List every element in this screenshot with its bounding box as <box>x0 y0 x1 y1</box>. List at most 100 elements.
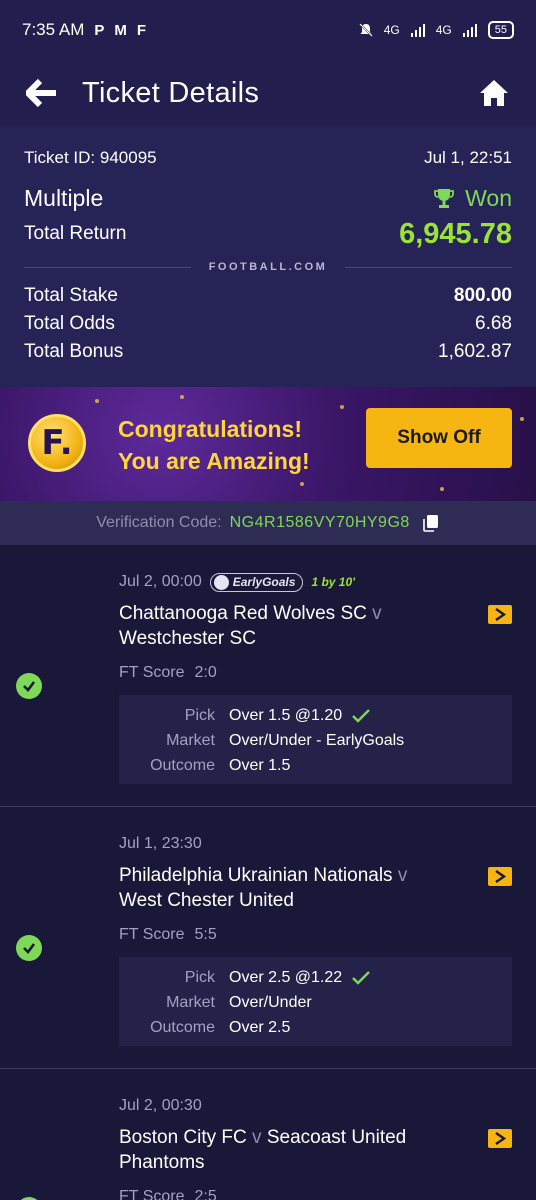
mute-icon <box>359 23 373 37</box>
total-odds-value: 6.68 <box>475 313 512 334</box>
network-label-1: 4G <box>383 23 400 37</box>
play-icon <box>495 608 507 621</box>
ft-score-value: 5:5 <box>194 926 217 943</box>
bet-item[interactable]: Jul 1, 23:30 Philadelphia Ukrainian Nati… <box>0 807 536 1069</box>
ft-score-value: 2:5 <box>194 1188 217 1200</box>
total-bonus-label: Total Bonus <box>24 341 124 362</box>
back-button[interactable] <box>24 75 60 111</box>
check-icon <box>352 970 371 985</box>
banner-line-1: Congratulations! <box>118 416 302 442</box>
copy-icon[interactable] <box>422 514 440 532</box>
status-badge: Won <box>433 185 512 212</box>
versus-label: v <box>252 1127 262 1148</box>
status-bar: 7:35 AM P M F 4G 4G 55 <box>0 0 536 60</box>
home-team: Chattanooga Red Wolves SC <box>119 603 367 624</box>
brand-divider: FOOTBALL.COM <box>24 252 512 282</box>
brand-logo-icon: F. <box>28 414 86 472</box>
pick-details: Pick Over 2.5 @1.22 Market Over/Under Ou… <box>119 957 512 1046</box>
away-team: Westchester SC <box>119 628 256 649</box>
ft-score-label: FT Score <box>119 664 185 681</box>
ft-score-label: FT Score <box>119 926 185 943</box>
ticket-date: Jul 1, 22:51 <box>424 148 512 167</box>
verification-bar: Verification Code: NG4R1586VY70HY9G8 <box>0 501 536 545</box>
status-text: Won <box>465 184 512 211</box>
signal-icon <box>462 24 477 37</box>
gmail-icon: M <box>114 21 127 39</box>
banner-line-2: You are Amazing! <box>118 448 310 474</box>
stream-button[interactable] <box>488 867 512 886</box>
p-icon: P <box>94 21 105 39</box>
home-team: Philadelphia Ukrainian Nationals <box>119 865 393 886</box>
total-odds-row: Total Odds 6.68 <box>24 310 512 338</box>
f-icon: F <box>136 21 147 39</box>
pick-label: Pick <box>184 968 215 986</box>
check-icon <box>23 681 36 692</box>
pick-value: Over 1.5 @1.20 <box>229 706 343 724</box>
sparkle <box>340 405 344 409</box>
verification-label: Verification Code: <box>96 514 222 531</box>
outcome-label: Outcome <box>150 756 215 774</box>
total-stake-label: Total Stake <box>24 285 118 306</box>
check-icon <box>352 708 371 723</box>
battery-icon: 55 <box>487 21 514 39</box>
stream-button[interactable] <box>488 605 512 624</box>
total-bonus-row: Total Bonus 1,602.87 <box>24 338 512 366</box>
sparkle <box>520 417 524 421</box>
total-odds-label: Total Odds <box>24 313 115 334</box>
bet-date: Jul 2, 00:00 <box>119 573 202 590</box>
stream-button[interactable] <box>488 1129 512 1148</box>
market-label: Market <box>166 731 215 749</box>
badge-extra: 1 by 10' <box>311 575 355 589</box>
market-value: Over/Under <box>229 993 312 1011</box>
ticket-summary: Ticket ID: 940095 Jul 1, 22:51 Multiple … <box>0 126 536 387</box>
ft-score-row: FT Score 5:5 <box>119 923 512 947</box>
congratulations-banner: F. Congratulations! You are Amazing! Sho… <box>0 387 536 501</box>
bet-item[interactable]: Jul 2, 00:30 Boston City FC v Seacoast U… <box>0 1069 536 1200</box>
match-name: Philadelphia Ukrainian Nationals v West … <box>119 863 407 913</box>
ft-score-row: FT Score 2:5 <box>119 1185 512 1200</box>
check-circle-icon <box>16 673 42 699</box>
match-name: Chattanooga Red Wolves SC v Westchester … <box>119 601 382 651</box>
early-goals-badge: EarlyGoals <box>209 572 304 592</box>
sparkle <box>440 487 444 491</box>
play-icon <box>495 1132 507 1145</box>
arrow-left-icon <box>26 79 56 107</box>
outcome-label: Outcome <box>150 1018 215 1036</box>
total-bonus-value: 1,602.87 <box>438 341 512 362</box>
home-button[interactable] <box>476 75 512 111</box>
logo-letter: F. <box>41 423 73 463</box>
pick-details: Pick Over 1.5 @1.20 Market Over/Under - … <box>119 695 512 784</box>
ball-icon <box>213 574 229 590</box>
app-header: Ticket Details <box>0 60 536 126</box>
outcome-value: Over 1.5 <box>229 756 291 774</box>
total-stake-row: Total Stake 800.00 <box>24 282 512 310</box>
trophy-icon <box>434 189 455 208</box>
check-icon <box>23 943 36 954</box>
pick-label: Pick <box>184 706 215 724</box>
versus-label: v <box>397 865 408 886</box>
ft-score-label: FT Score <box>119 1188 185 1200</box>
show-off-button[interactable]: Show Off <box>366 408 512 468</box>
sparkle <box>95 399 99 403</box>
verification-code: NG4R1586VY70HY9G8 <box>229 514 410 531</box>
page-title: Ticket Details <box>82 76 260 109</box>
banner-message: Congratulations! You are Amazing! <box>118 413 310 477</box>
pick-value: Over 2.5 @1.22 <box>229 968 343 986</box>
home-team: Boston City FC <box>119 1127 247 1148</box>
market-label: Market <box>166 993 215 1011</box>
bet-date: Jul 1, 23:30 <box>119 835 202 852</box>
bet-item[interactable]: Jul 2, 00:00 EarlyGoals 1 by 10' Chattan… <box>0 545 536 807</box>
check-circle-icon <box>16 935 42 961</box>
versus-label: v <box>372 603 382 624</box>
outcome-value: Over 2.5 <box>229 1018 291 1036</box>
totals-list: Total Stake 800.00 Total Odds 6.68 Total… <box>24 282 512 366</box>
market-value: Over/Under - EarlyGoals <box>229 731 405 749</box>
ticket-id: Ticket ID: 940095 <box>24 148 157 167</box>
bet-date: Jul 2, 00:30 <box>119 1097 202 1114</box>
brand-label: FOOTBALL.COM <box>190 261 346 273</box>
sparkle <box>300 482 304 486</box>
total-return-label: Total Return <box>24 223 127 244</box>
play-icon <box>495 870 507 883</box>
network-label-2: 4G <box>435 23 452 37</box>
sparkle <box>180 395 184 399</box>
